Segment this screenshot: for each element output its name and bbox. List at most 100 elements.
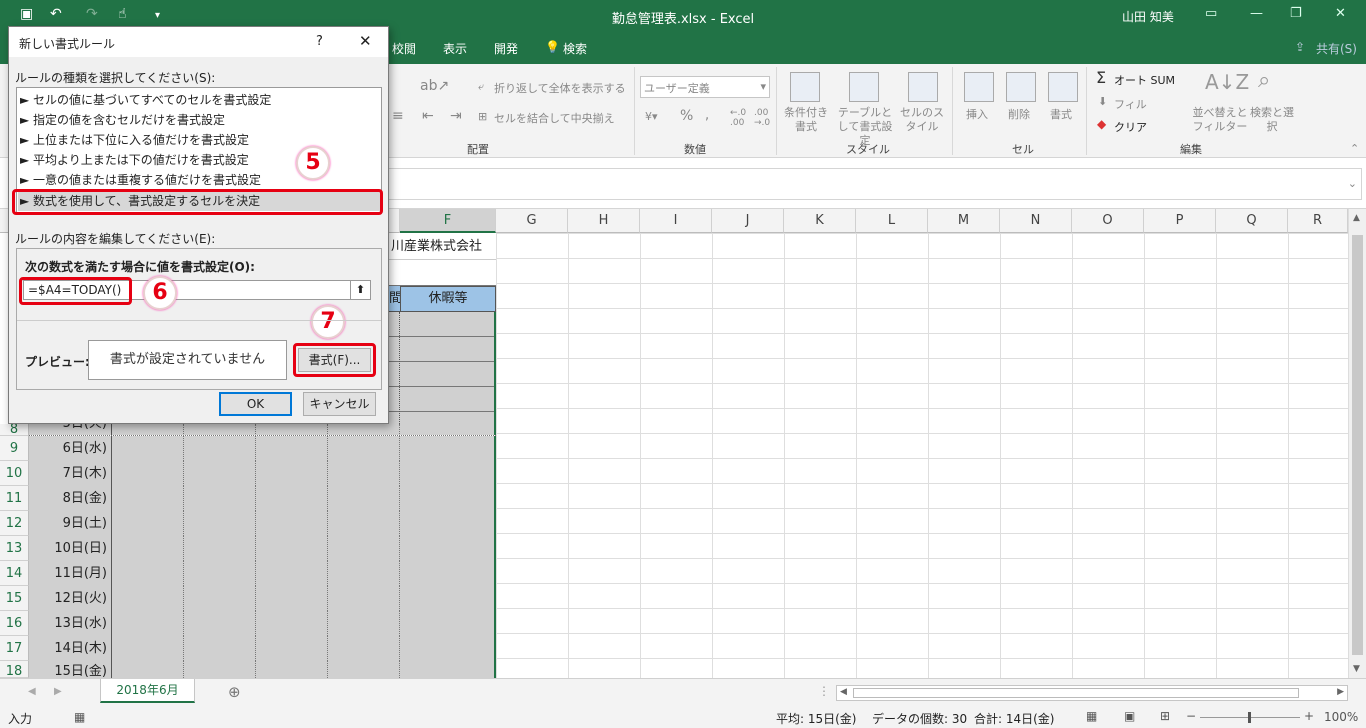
delete-button[interactable]: 削除	[1008, 106, 1030, 122]
collapse-dialog-icon[interactable]: ⬆	[350, 281, 370, 299]
tab-view[interactable]: 表示	[443, 40, 467, 57]
table-row[interactable]: 12日(火)	[29, 586, 496, 611]
page-layout-icon[interactable]: ▣	[1124, 709, 1135, 723]
percent-icon[interactable]: %	[680, 108, 693, 124]
row-header[interactable]: 12	[0, 511, 29, 536]
grid-cell[interactable]	[256, 661, 328, 678]
column-header-l[interactable]: L	[856, 209, 928, 233]
row-header[interactable]: 11	[0, 486, 29, 511]
scroll-right-icon[interactable]: ▶	[1337, 687, 1344, 697]
macro-record-icon[interactable]: ▦	[74, 710, 85, 724]
grid-cell[interactable]	[112, 511, 184, 536]
zoom-slider-thumb[interactable]	[1248, 712, 1251, 723]
grid-cell[interactable]	[184, 511, 256, 536]
scroll-up-icon[interactable]: ▲	[1353, 213, 1360, 223]
table-row[interactable]: 15日(金)	[29, 661, 496, 678]
grid-cell[interactable]	[184, 461, 256, 486]
grid-cell[interactable]	[328, 561, 400, 586]
formula-bar[interactable]: ⌄	[388, 168, 1362, 200]
grid-cell[interactable]	[400, 636, 496, 661]
tab-review[interactable]: 校閲	[392, 40, 416, 57]
grid-cell[interactable]	[184, 611, 256, 636]
column-header-q[interactable]: Q	[1216, 209, 1288, 233]
date-cell[interactable]: 11日(月)	[29, 561, 112, 586]
row-header[interactable]: 9	[0, 436, 29, 461]
table-row[interactable]: 5日(火)	[29, 424, 496, 436]
grid-cell[interactable]	[256, 586, 328, 611]
tab-split-handle[interactable]: ⋮	[818, 684, 830, 698]
grid-cell[interactable]	[184, 561, 256, 586]
column-header-g[interactable]: G	[496, 209, 568, 233]
date-cell[interactable]: 6日(水)	[29, 436, 112, 461]
grid-cell[interactable]	[256, 636, 328, 661]
grid-cell[interactable]	[328, 536, 400, 561]
ribbon-display-icon[interactable]: ▭	[1205, 6, 1217, 21]
collapse-ribbon-icon[interactable]: ⌃	[1350, 142, 1359, 155]
row-header[interactable]: 16	[0, 611, 29, 636]
scroll-left-icon[interactable]: ◀	[840, 687, 847, 697]
grid-cell[interactable]	[256, 536, 328, 561]
close-window-icon[interactable]: ✕	[1335, 6, 1346, 21]
grid-cell[interactable]	[256, 461, 328, 486]
grid-cell[interactable]	[328, 636, 400, 661]
close-icon[interactable]: ✕	[359, 32, 372, 50]
grid-cell[interactable]	[328, 586, 400, 611]
column-header-r[interactable]: R	[1288, 209, 1348, 233]
table-row[interactable]: 11日(月)	[29, 561, 496, 586]
tell-me-search[interactable]: 検索	[563, 40, 587, 57]
column-header-i[interactable]: I	[640, 209, 712, 233]
number-format-dropdown[interactable]: ユーザー定義 ▾	[640, 76, 770, 98]
scroll-down-icon[interactable]: ▼	[1353, 664, 1360, 674]
grid-cell[interactable]	[328, 611, 400, 636]
selected-range-top[interactable]	[389, 312, 496, 434]
zoom-in-icon[interactable]: +	[1304, 709, 1314, 723]
list-item[interactable]: ► 平均より上または下の値だけを書式設定	[20, 150, 249, 170]
grid-cell[interactable]	[184, 661, 256, 678]
grid-cell[interactable]	[112, 536, 184, 561]
grid-cell[interactable]	[112, 486, 184, 511]
list-item[interactable]: ► 指定の値を含むセルだけを書式設定	[20, 110, 225, 130]
column-header-j[interactable]: J	[712, 209, 784, 233]
zoom-out-icon[interactable]: −	[1186, 709, 1196, 723]
restore-icon[interactable]: ❐	[1290, 6, 1302, 21]
list-item[interactable]: ► 一意の値または重複する値だけを書式設定	[20, 170, 261, 190]
row-header[interactable]: 17	[0, 636, 29, 661]
fill-button[interactable]: フィル	[1114, 96, 1147, 112]
date-cell[interactable]: 7日(木)	[29, 461, 112, 486]
grid-cell[interactable]	[184, 636, 256, 661]
insert-button[interactable]: 挿入	[966, 106, 988, 122]
column-header-o[interactable]: O	[1072, 209, 1144, 233]
table-row[interactable]: 7日(木)	[29, 461, 496, 486]
align-left-icon[interactable]: ≡	[392, 108, 404, 124]
find-select-button[interactable]: 検索と選択	[1250, 106, 1294, 134]
row-header[interactable]: 14	[0, 561, 29, 586]
add-sheet-icon[interactable]: ⊕	[228, 683, 241, 701]
grid-cell[interactable]	[400, 486, 496, 511]
grid-cell[interactable]	[328, 424, 400, 435]
date-cell[interactable]: 9日(土)	[29, 511, 112, 536]
grid-cell[interactable]	[256, 424, 328, 435]
list-item[interactable]: ► セルの値に基づいてすべてのセルを書式設定	[20, 90, 271, 110]
grid-cell[interactable]	[328, 486, 400, 511]
table-row[interactable]: 14日(木)	[29, 636, 496, 661]
grid-cell[interactable]	[112, 636, 184, 661]
grid-cell[interactable]	[256, 511, 328, 536]
column-header-n[interactable]: N	[1000, 209, 1072, 233]
comma-icon[interactable]: ,	[705, 108, 709, 123]
format-button[interactable]: 書式	[1050, 106, 1072, 122]
sort-filter-button[interactable]: 並べ替えとフィルター	[1192, 106, 1248, 134]
column-header-m[interactable]: M	[928, 209, 1000, 233]
grid-cell[interactable]	[184, 536, 256, 561]
grid-cell[interactable]	[256, 611, 328, 636]
table-row[interactable]: 6日(水)	[29, 436, 496, 461]
currency-icon[interactable]: ¥▾	[645, 110, 658, 123]
grid-cell[interactable]	[400, 511, 496, 536]
next-sheet-icon[interactable]: ▶	[54, 686, 62, 697]
grid-cell[interactable]	[400, 436, 496, 461]
grid-cell[interactable]	[400, 461, 496, 486]
wrap-text-button[interactable]: 折り返して全体を表示する	[494, 80, 626, 96]
table-row[interactable]: 9日(土)	[29, 511, 496, 536]
grid-cell[interactable]	[256, 561, 328, 586]
decrease-decimal-icon[interactable]: .00 →.0	[754, 108, 770, 128]
grid-cell[interactable]	[328, 461, 400, 486]
